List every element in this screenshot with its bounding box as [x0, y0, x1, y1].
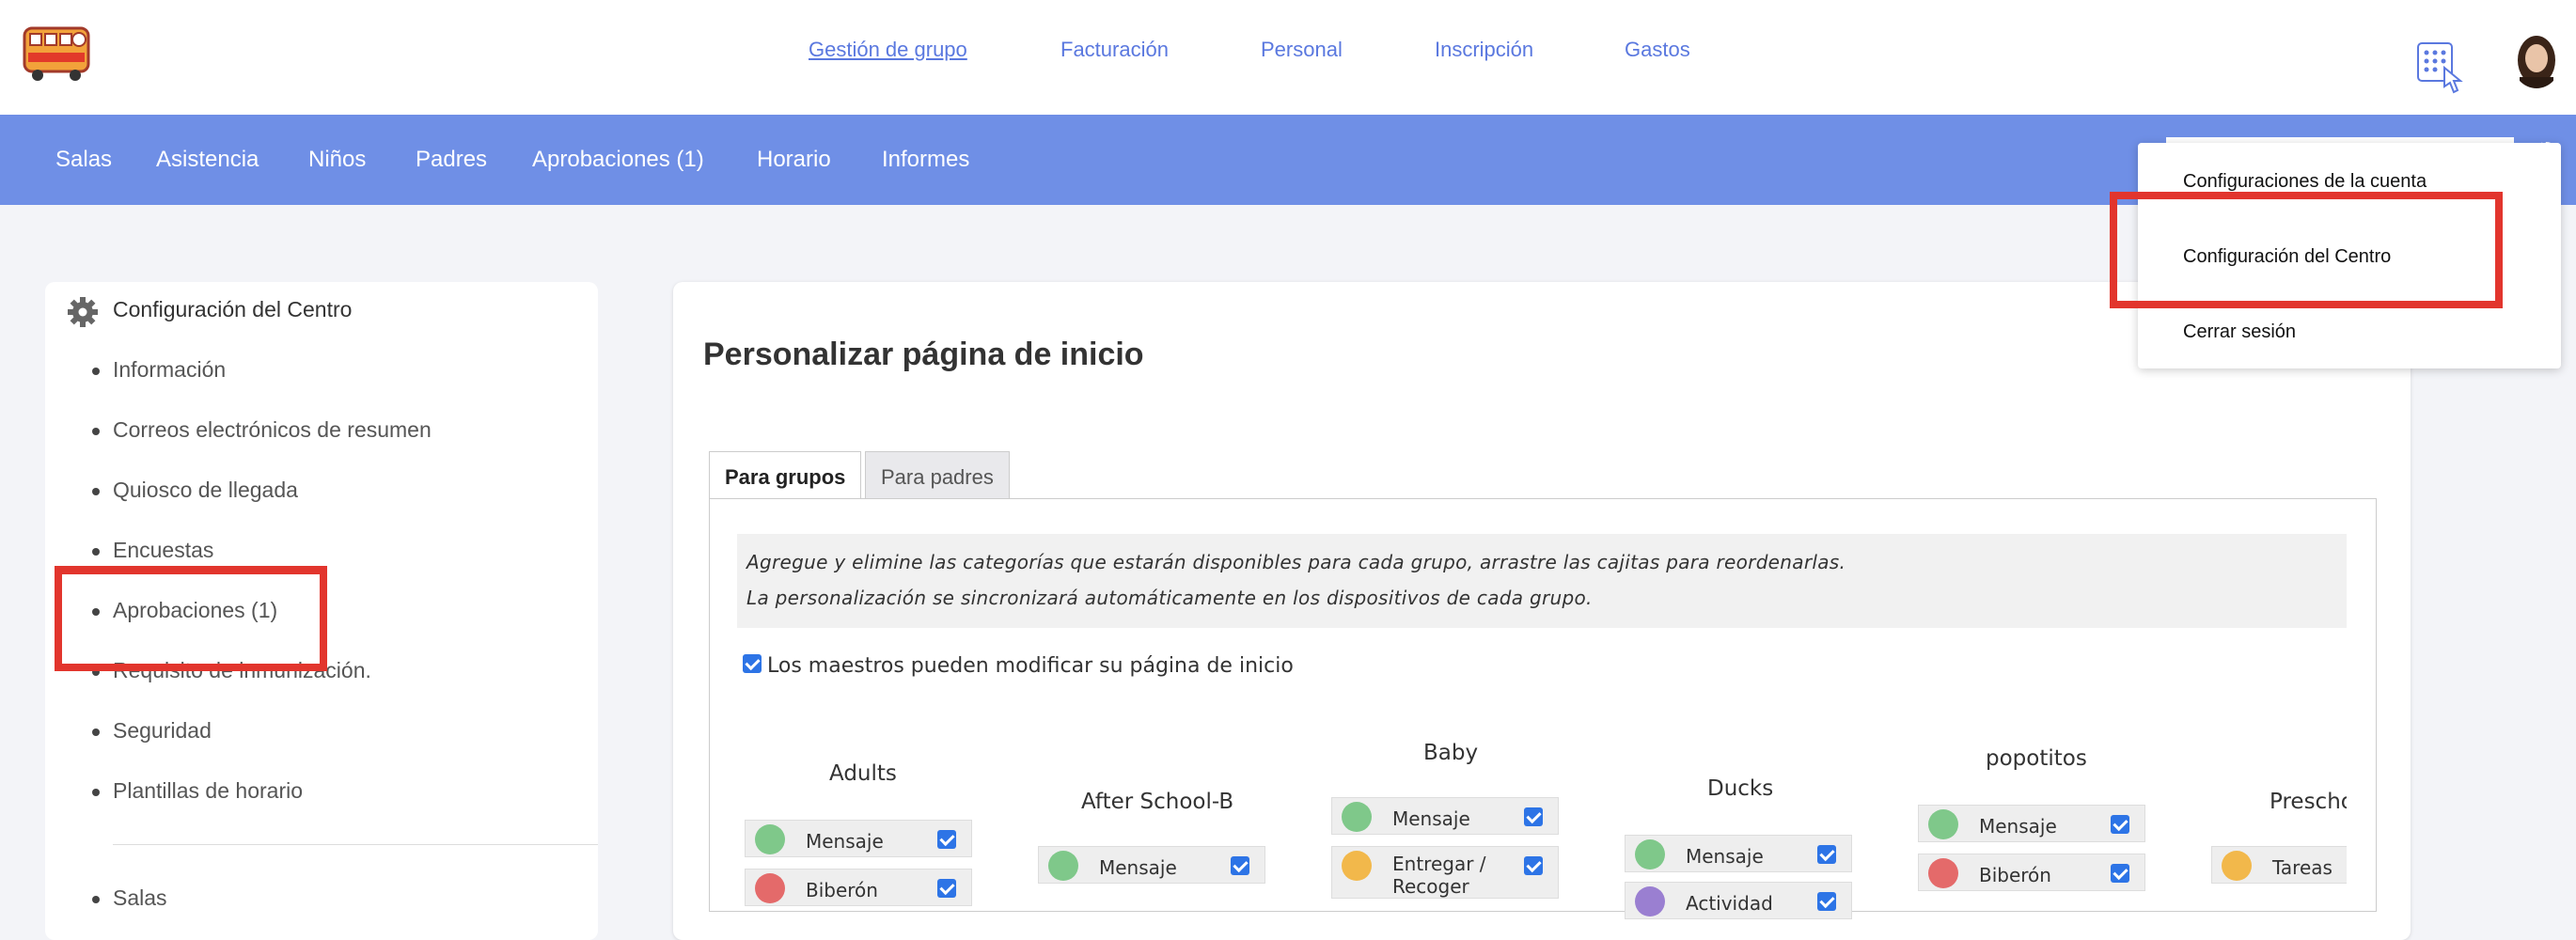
activity-icon [1635, 886, 1665, 916]
category-checkbox[interactable] [1817, 845, 1836, 864]
sidebar-divider [113, 844, 598, 845]
group-name-adults: Adults [829, 761, 897, 786]
page-title: Personalizar página de inicio [703, 337, 1144, 372]
info-line-2: La personalización se sincronizará autom… [746, 587, 1593, 609]
highlight-box-center-settings [2110, 192, 2503, 308]
nav-informes[interactable]: Informes [882, 147, 969, 173]
info-line-1: Agregue y elimine las categorías que est… [746, 551, 1846, 573]
category-mensaje[interactable]: Mensaje [1038, 846, 1265, 884]
category-entregar-recoger[interactable]: Entregar / Recoger [1331, 846, 1559, 899]
category-checkbox[interactable] [1524, 856, 1543, 875]
teachers-modify-label: Los maestros pueden modificar su página … [767, 654, 1294, 678]
nav-aprobaciones[interactable]: Aprobaciones (1) [532, 147, 704, 173]
topnav-gastos[interactable]: Gastos [1625, 38, 1690, 62]
category-checkbox[interactable] [2111, 815, 2129, 834]
nav-asistencia[interactable]: Asistencia [156, 147, 259, 173]
category-label: Mensaje [1099, 856, 1177, 879]
group-name-popotitos: popotitos [1986, 746, 2087, 771]
info-box: Agregue y elimine las categorías que est… [737, 534, 2347, 628]
menu-item-logout[interactable]: Cerrar sesión [2183, 321, 2296, 343]
tab-para-grupos[interactable]: Para grupos [709, 451, 862, 499]
category-label: Biberón [1979, 864, 2051, 886]
teachers-modify-checkbox[interactable] [743, 654, 762, 673]
category-label: Actividad [1686, 892, 1773, 915]
category-label: Mensaje [1686, 845, 1764, 868]
category-checkbox[interactable] [1524, 807, 1543, 826]
category-mensaje[interactable]: Mensaje [1625, 835, 1852, 872]
category-label: Mensaje [1392, 807, 1470, 830]
category-checkbox[interactable] [1231, 856, 1249, 875]
group-name-ducks: Ducks [1707, 776, 1774, 801]
star-icon [2222, 851, 2252, 881]
top-bar: Gestión de grupo Facturación Personal In… [0, 0, 2576, 115]
nav-padres[interactable]: Padres [416, 147, 487, 173]
gear-icon [68, 297, 98, 327]
highlight-box-aprobaciones [55, 566, 327, 671]
group-name-baby: Baby [1423, 741, 1479, 765]
message-icon [1048, 851, 1078, 881]
topnav-personal[interactable]: Personal [1261, 38, 1343, 62]
category-biberon[interactable]: Biberón [745, 869, 972, 906]
group-column-clipped: Prescho Tareas [2211, 780, 2347, 906]
category-mensaje[interactable]: Mensaje [745, 820, 972, 857]
topnav-gestion-de-grupo[interactable]: Gestión de grupo [809, 38, 967, 62]
group-name-after-school-b: After School-B [1081, 790, 1234, 814]
category-checkbox[interactable] [937, 830, 956, 849]
bottle-icon [755, 873, 785, 903]
topnav-facturacion[interactable]: Facturación [1060, 38, 1169, 62]
nav-ninos[interactable]: Niños [308, 147, 366, 173]
message-icon [1928, 809, 1958, 839]
message-icon [755, 824, 785, 854]
message-icon [1635, 839, 1665, 870]
group-name-prescho: Prescho [2270, 790, 2347, 814]
topnav-inscripcion[interactable]: Inscripción [1435, 38, 1533, 62]
tab-para-padres[interactable]: Para padres [865, 451, 1010, 498]
category-label: Tareas [2272, 856, 2333, 879]
category-label: Mensaje [1979, 815, 2057, 838]
category-mensaje[interactable]: Mensaje [1331, 797, 1559, 835]
bottle-icon [1928, 858, 1958, 888]
category-checkbox[interactable] [937, 879, 956, 898]
nav-horario[interactable]: Horario [757, 147, 831, 173]
kiosk-keypad-icon[interactable] [2416, 41, 2465, 96]
magic-bus-logo[interactable] [21, 19, 92, 85]
menu-item-account-settings[interactable]: Configuraciones de la cuenta [2183, 171, 2427, 193]
category-label: Entregar / Recoger [1392, 853, 1486, 898]
sidebar-title: Configuración del Centro [113, 297, 353, 321]
category-checkbox[interactable] [1817, 892, 1836, 911]
user-avatar[interactable] [2512, 34, 2561, 88]
category-checkbox[interactable] [2111, 864, 2129, 883]
category-tareas[interactable]: Tareas [2211, 846, 2347, 884]
home-icon [1342, 851, 1372, 881]
message-icon [1342, 802, 1372, 832]
category-actividad[interactable]: Actividad [1625, 882, 1852, 919]
category-mensaje[interactable]: Mensaje [1918, 805, 2145, 842]
category-label: Mensaje [806, 830, 884, 853]
nav-salas[interactable]: Salas [55, 147, 112, 173]
category-label: Biberón [806, 879, 878, 901]
category-biberon[interactable]: Biberón [1918, 854, 2145, 891]
